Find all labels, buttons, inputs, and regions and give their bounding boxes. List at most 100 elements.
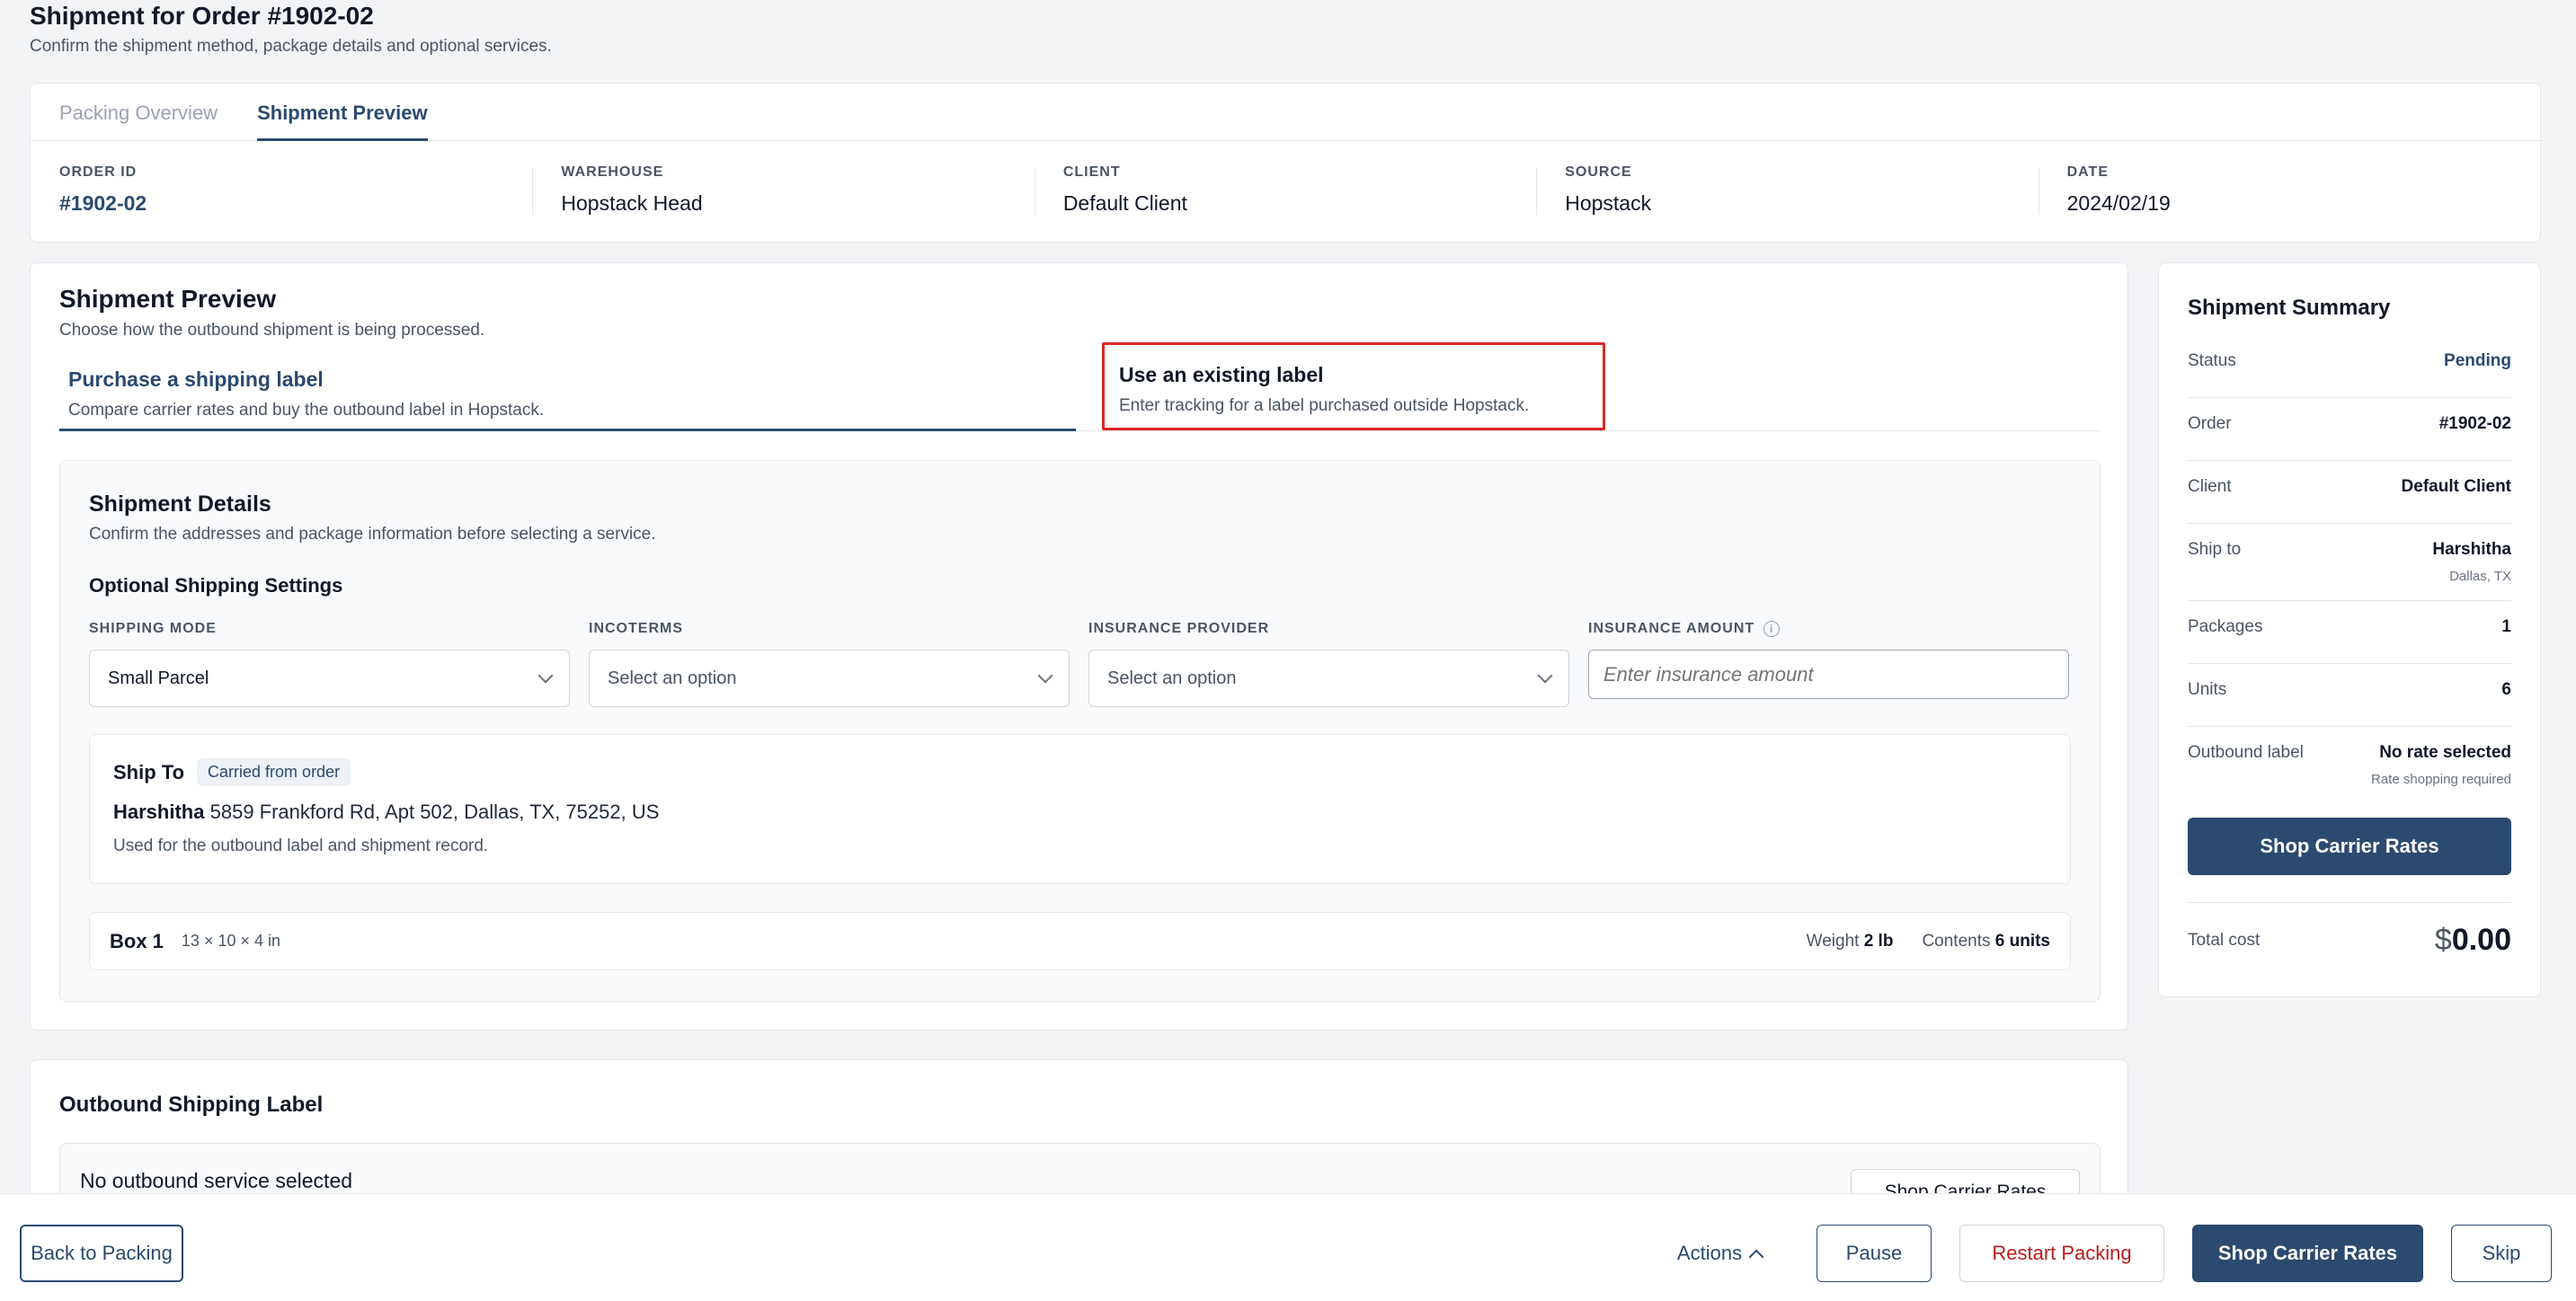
- select-value: Select an option: [1107, 668, 1237, 688]
- meta-value: 2024/02/19: [2066, 191, 2171, 215]
- chevron-down-icon: [1037, 668, 1053, 684]
- tab-existing-label[interactable]: Use an existing label Enter tracking for…: [1102, 342, 1605, 430]
- field-label: SHIPPING MODE: [89, 621, 570, 637]
- tab-subtitle: Compare carrier rates and buy the outbou…: [68, 401, 545, 420]
- field-label: INSURANCE AMOUNT i: [1588, 621, 2069, 637]
- carried-badge: Carried from order: [197, 758, 351, 786]
- chevron-down-icon: [1537, 668, 1553, 684]
- field-label-text: INSURANCE PROVIDER: [1088, 621, 1270, 636]
- box-weight: Weight 2 lb: [1807, 932, 1894, 951]
- contents-value: 6 units: [1994, 931, 2050, 951]
- top-tabs: Packing Overview Shipment Preview: [31, 84, 2540, 141]
- bottom-action-bar: Back to Packing Actions Pause Restart Pa…: [0, 1193, 2576, 1301]
- tab-title: Use an existing label: [1119, 363, 1324, 386]
- summary-row-client: Client Default Client: [2188, 461, 2511, 524]
- order-id-link[interactable]: #1902-02: [59, 191, 503, 216]
- summary-label: Units: [2188, 680, 2227, 699]
- select-value: Select an option: [608, 668, 737, 688]
- shipment-details-panel: Shipment Details Confirm the addresses a…: [59, 460, 2101, 1002]
- back-to-packing-button[interactable]: Back to Packing: [20, 1225, 183, 1282]
- field-label-text: INSURANCE AMOUNT: [1588, 621, 1755, 636]
- meta-date: DATE 2024/02/19: [2038, 141, 2540, 243]
- recipient-name: Harshitha: [113, 801, 205, 823]
- insurance-amount-input-wrap: [1588, 650, 2069, 699]
- meta-source: SOURCE Hopstack: [1536, 141, 2038, 243]
- summary-label: Outbound label: [2188, 743, 2304, 762]
- summary-value: 6: [2501, 680, 2511, 699]
- page-title: Shipment for Order #1902-02: [30, 2, 374, 30]
- box-stats: Weight 2 lb Contents 6 units: [1807, 932, 2050, 951]
- pause-button[interactable]: Pause: [1817, 1225, 1932, 1282]
- meta-label: SOURCE: [1565, 164, 1632, 180]
- insurance-provider-field: INSURANCE PROVIDER Select an option: [1088, 621, 1569, 707]
- field-label-text: SHIPPING MODE: [89, 621, 217, 636]
- section-subtitle: Choose how the outbound shipment is bein…: [59, 321, 485, 340]
- status-value: Pending: [2444, 351, 2511, 370]
- field-label: INSURANCE PROVIDER: [1088, 621, 1569, 637]
- shipment-preview-card: Shipment Preview Choose how the outbound…: [30, 262, 2128, 1031]
- summary-shop-rates-button[interactable]: Shop Carrier Rates: [2188, 818, 2511, 875]
- insurance-amount-input[interactable]: [1603, 662, 2054, 686]
- summary-value: #1902-02: [2438, 414, 2511, 433]
- tab-shipment-preview[interactable]: Shipment Preview: [257, 84, 428, 141]
- tab-purchase-label[interactable]: Purchase a shipping label Compare carrie…: [59, 350, 1076, 431]
- restart-packing-button[interactable]: Restart Packing: [1959, 1225, 2164, 1282]
- meta-value: Hopstack: [1565, 191, 1652, 215]
- incoterms-field: INCOTERMS Select an option: [589, 621, 1070, 707]
- shipping-mode-select[interactable]: Small Parcel: [89, 650, 570, 707]
- details-header: Shipment Details Confirm the addresses a…: [89, 491, 656, 544]
- ship-to-city: Dallas, TX: [2449, 569, 2511, 584]
- actions-menu-button[interactable]: Actions: [1661, 1225, 1778, 1282]
- summary-label: Client: [2188, 477, 2232, 496]
- outbound-title: Outbound Shipping Label: [59, 1093, 324, 1117]
- tab-subtitle: Enter tracking for a label purchased out…: [1119, 396, 1530, 415]
- outbound-message: No outbound service selected: [80, 1169, 353, 1192]
- meta-order-id: ORDER ID #1902-02: [31, 141, 532, 243]
- summary-row-packages: Packages 1: [2188, 601, 2511, 664]
- ship-to-header: Ship To Carried from order: [113, 758, 2047, 786]
- field-label: INCOTERMS: [589, 621, 1070, 637]
- insurance-amount-field: INSURANCE AMOUNT i: [1588, 621, 2069, 699]
- shipping-mode-field: SHIPPING MODE Small Parcel: [89, 621, 570, 707]
- summary-row-units: Units 6: [2188, 664, 2511, 727]
- summary-value: No rate selected Rate shopping required: [2371, 743, 2511, 787]
- meta-label: WAREHOUSE: [561, 164, 664, 180]
- info-icon[interactable]: i: [1763, 621, 1781, 637]
- weight-value: 2 lb: [1863, 931, 1894, 951]
- summary-row-status: Status Pending: [2188, 335, 2511, 398]
- outbound-label-note: Rate shopping required: [2371, 772, 2511, 787]
- meta-label: CLIENT: [1062, 164, 1121, 180]
- actions-label: Actions: [1676, 1242, 1743, 1264]
- chevron-down-icon: [537, 668, 554, 684]
- recipient-address: 5859 Frankford Rd, Apt 502, Dallas, TX, …: [209, 801, 660, 823]
- weight-label: Weight: [1806, 931, 1860, 951]
- box-contents: Contents 6 units: [1922, 932, 2050, 951]
- summary-label: Packages: [2188, 617, 2263, 636]
- summary-label: Order: [2188, 414, 2232, 433]
- ship-to-panel: Ship To Carried from order Harshitha 585…: [89, 734, 2071, 884]
- summary-value: Harshitha Dallas, TX: [2432, 540, 2511, 584]
- package-row: Box 1 13 × 10 × 4 in Weight 2 lb Content…: [89, 912, 2071, 970]
- ship-to-name: Harshitha: [2432, 540, 2511, 559]
- shipment-summary-card: Shipment Summary Status Pending Order #1…: [2158, 262, 2541, 997]
- summary-value: Default Client: [2401, 477, 2511, 496]
- ship-to-title: Ship To: [113, 760, 185, 783]
- incoterms-select[interactable]: Select an option: [589, 650, 1070, 707]
- preview-header: Shipment Preview Choose how the outbound…: [59, 285, 484, 341]
- ship-to-note: Used for the outbound label and shipment…: [113, 836, 489, 855]
- optional-settings-title: Optional Shipping Settings: [89, 574, 343, 597]
- insurance-provider-select[interactable]: Select an option: [1088, 650, 1569, 707]
- currency-symbol: $: [2434, 923, 2452, 957]
- ship-to-address: Harshitha 5859 Frankford Rd, Apt 502, Da…: [113, 801, 2047, 824]
- total-amount: 0.00: [2451, 923, 2511, 957]
- shop-carrier-rates-button[interactable]: Shop Carrier Rates: [2192, 1225, 2423, 1282]
- skip-button[interactable]: Skip: [2451, 1225, 2552, 1282]
- details-title: Shipment Details: [89, 491, 271, 517]
- select-value: Small Parcel: [108, 668, 209, 688]
- summary-row-outbound-label: Outbound label No rate selected Rate sho…: [2188, 727, 2511, 803]
- meta-value: Hopstack Head: [561, 191, 703, 215]
- outbound-label-status: No rate selected: [2379, 743, 2511, 762]
- total-cost-row: Total cost $0.00: [2188, 902, 2511, 958]
- meta-label: ORDER ID: [59, 164, 138, 180]
- tab-packing-overview[interactable]: Packing Overview: [59, 84, 218, 141]
